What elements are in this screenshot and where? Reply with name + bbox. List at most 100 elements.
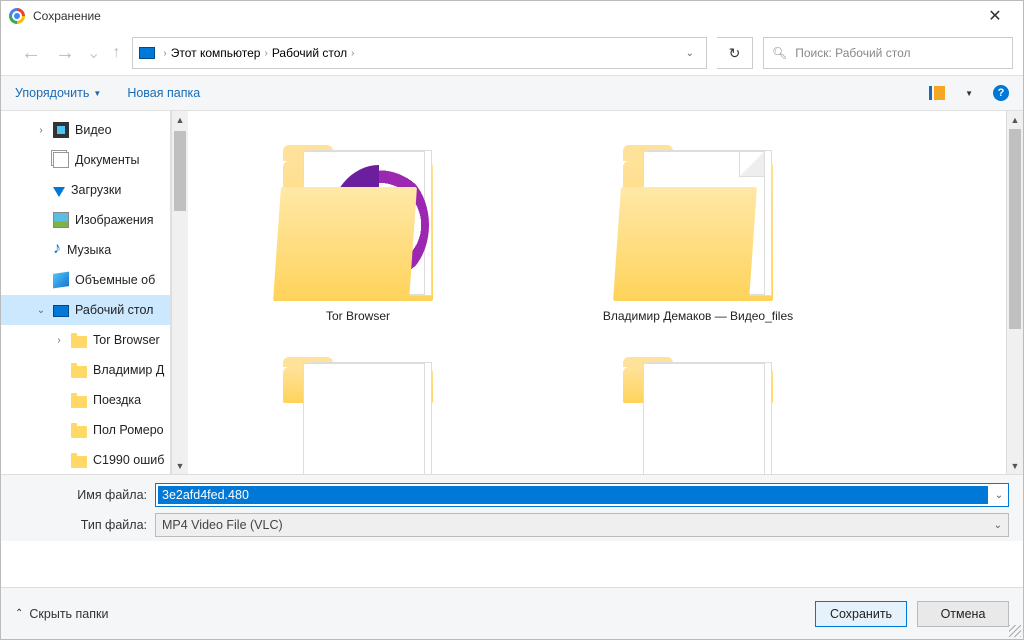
sidebar-item-label: Поездка (93, 393, 141, 407)
img-icon (53, 212, 69, 228)
forward-button[interactable]: → (53, 42, 77, 65)
sidebar-item-label: С1990 ошиб (93, 453, 164, 467)
sidebar: › Видео Документы Загрузки Изображения ♪ Музык… (1, 111, 171, 474)
sidebar-item-3[interactable]: Изображения (1, 205, 170, 235)
nav-separator: ⌄ (87, 43, 100, 63)
content-area: Tor Browser Владимир Демаков — Видео_file… (188, 111, 1023, 474)
folder-icon (71, 366, 87, 378)
chevron-down-icon: ▼ (93, 89, 101, 98)
scroll-up-icon[interactable]: ▲ (1007, 111, 1023, 128)
expand-icon[interactable]: ⌄ (35, 305, 47, 316)
folder-label: Tor Browser (326, 309, 390, 323)
filename-label: Имя файла: (15, 488, 155, 502)
dl-icon (53, 187, 65, 197)
sidebar-item-label: Музыка (67, 243, 111, 257)
sidebar-item-5[interactable]: Объемные об (1, 265, 170, 295)
folder-icon (273, 141, 443, 301)
pc-icon (139, 47, 155, 59)
breadcrumb-root[interactable]: Этот компьютер (171, 46, 261, 60)
expand-icon[interactable]: › (35, 125, 47, 136)
sidebar-item-label: Документы (75, 153, 139, 167)
sidebar-item-8[interactable]: Владимир Д (1, 355, 170, 385)
sidebar-item-11[interactable]: С1990 ошиб (1, 445, 170, 474)
scrollbar-thumb[interactable] (174, 131, 186, 211)
cancel-button[interactable]: Отмена (917, 601, 1009, 627)
chrome-icon (9, 8, 25, 24)
view-options-button[interactable] (929, 86, 945, 100)
up-button[interactable]: ↑ (110, 44, 122, 62)
sidebar-item-label: Пол Ромеро (93, 423, 164, 437)
arrange-button[interactable]: Упорядочить ▼ (15, 86, 101, 100)
sidebar-item-0[interactable]: › Видео (1, 115, 170, 145)
sidebar-item-label: Рабочий стол (75, 303, 153, 317)
folder-icon (613, 141, 783, 301)
titlebar: Сохранение ✕ (1, 1, 1023, 31)
music-icon: ♪ (53, 242, 61, 258)
sidebar-item-label: Владимир Д (93, 363, 164, 377)
breadcrumb-current[interactable]: Рабочий стол (272, 46, 347, 60)
sidebar-item-1[interactable]: Документы (1, 145, 170, 175)
filetype-label: Тип файла: (15, 518, 155, 532)
chevron-up-icon: ⌃ (15, 608, 23, 619)
chevron-icon: › (264, 48, 267, 59)
desk-icon (53, 305, 69, 317)
filename-dropdown[interactable]: ⌄ (990, 490, 1008, 501)
filename-input-wrap[interactable]: ⌄ (155, 483, 1009, 507)
folder-item[interactable] (208, 333, 508, 411)
sidebar-item-label: Tor Browser (93, 333, 160, 347)
resize-grip[interactable] (1009, 625, 1021, 637)
sidebar-item-label: Объемные об (75, 273, 155, 287)
save-button[interactable]: Сохранить (815, 601, 907, 627)
scrollbar-thumb[interactable] (1009, 129, 1021, 329)
filetype-select[interactable]: MP4 Video File (VLC) ⌄ (155, 513, 1009, 537)
help-button[interactable]: ? (993, 85, 1009, 101)
nav-bar: ← → ⌄ ↑ › Этот компьютер › Рабочий стол … (1, 31, 1023, 75)
docs-icon (53, 152, 69, 168)
sidebar-item-label: Видео (75, 123, 112, 137)
footer: ⌃ Скрыть папки Сохранить Отмена (1, 587, 1023, 639)
search-placeholder: Поиск: Рабочий стол (795, 46, 910, 60)
close-button[interactable]: ✕ (975, 6, 1015, 26)
folder-item[interactable]: Tor Browser (208, 141, 508, 323)
breadcrumb[interactable]: › Этот компьютер › Рабочий стол › ⌄ (132, 37, 707, 69)
window-title: Сохранение (33, 9, 101, 23)
scroll-down-icon[interactable]: ▼ (1007, 457, 1023, 474)
box-icon (53, 272, 69, 289)
folder-icon (71, 456, 87, 468)
search-icon: 🔍︎ (772, 46, 787, 60)
chevron-down-icon: ⌄ (994, 520, 1002, 531)
sidebar-item-9[interactable]: Поездка (1, 385, 170, 415)
folder-item[interactable] (548, 333, 848, 411)
folder-item[interactable]: Владимир Демаков — Видео_files (548, 141, 848, 323)
chevron-icon: › (351, 48, 354, 59)
back-button[interactable]: ← (19, 42, 43, 65)
fields: Имя файла: ⌄ Тип файла: MP4 Video File (… (1, 474, 1023, 541)
hide-folders-button[interactable]: ⌃ Скрыть папки (15, 607, 108, 621)
scroll-down-icon[interactable]: ▼ (172, 457, 188, 474)
folder-icon (613, 363, 783, 403)
folder-icon (273, 363, 443, 403)
folder-label: Владимир Демаков — Видео_files (603, 309, 793, 323)
sidebar-item-label: Изображения (75, 213, 154, 227)
folder-icon (71, 336, 87, 348)
expand-icon[interactable]: › (53, 335, 65, 346)
breadcrumb-dropdown[interactable]: ⌄ (680, 48, 700, 59)
refresh-button[interactable]: ↻ (717, 37, 753, 69)
sidebar-item-2[interactable]: Загрузки (1, 175, 170, 205)
scroll-up-icon[interactable]: ▲ (172, 111, 188, 128)
toolbar: Упорядочить ▼ Новая папка ▼ ? (1, 75, 1023, 111)
filename-input[interactable] (158, 486, 988, 504)
sidebar-scrollbar[interactable]: ▲ ▼ (171, 111, 188, 474)
folder-icon (71, 426, 87, 438)
search-input[interactable]: 🔍︎ Поиск: Рабочий стол (763, 37, 1013, 69)
sidebar-item-10[interactable]: Пол Ромеро (1, 415, 170, 445)
content-scrollbar[interactable]: ▲ ▼ (1006, 111, 1023, 474)
sidebar-item-7[interactable]: › Tor Browser (1, 325, 170, 355)
chevron-icon: › (163, 48, 166, 59)
sidebar-item-6[interactable]: ⌄ Рабочий стол (1, 295, 170, 325)
sidebar-item-4[interactable]: ♪ Музыка (1, 235, 170, 265)
folder-icon (71, 396, 87, 408)
view-dropdown[interactable]: ▼ (965, 89, 973, 98)
new-folder-button[interactable]: Новая папка (127, 86, 200, 100)
video-icon (53, 122, 69, 138)
